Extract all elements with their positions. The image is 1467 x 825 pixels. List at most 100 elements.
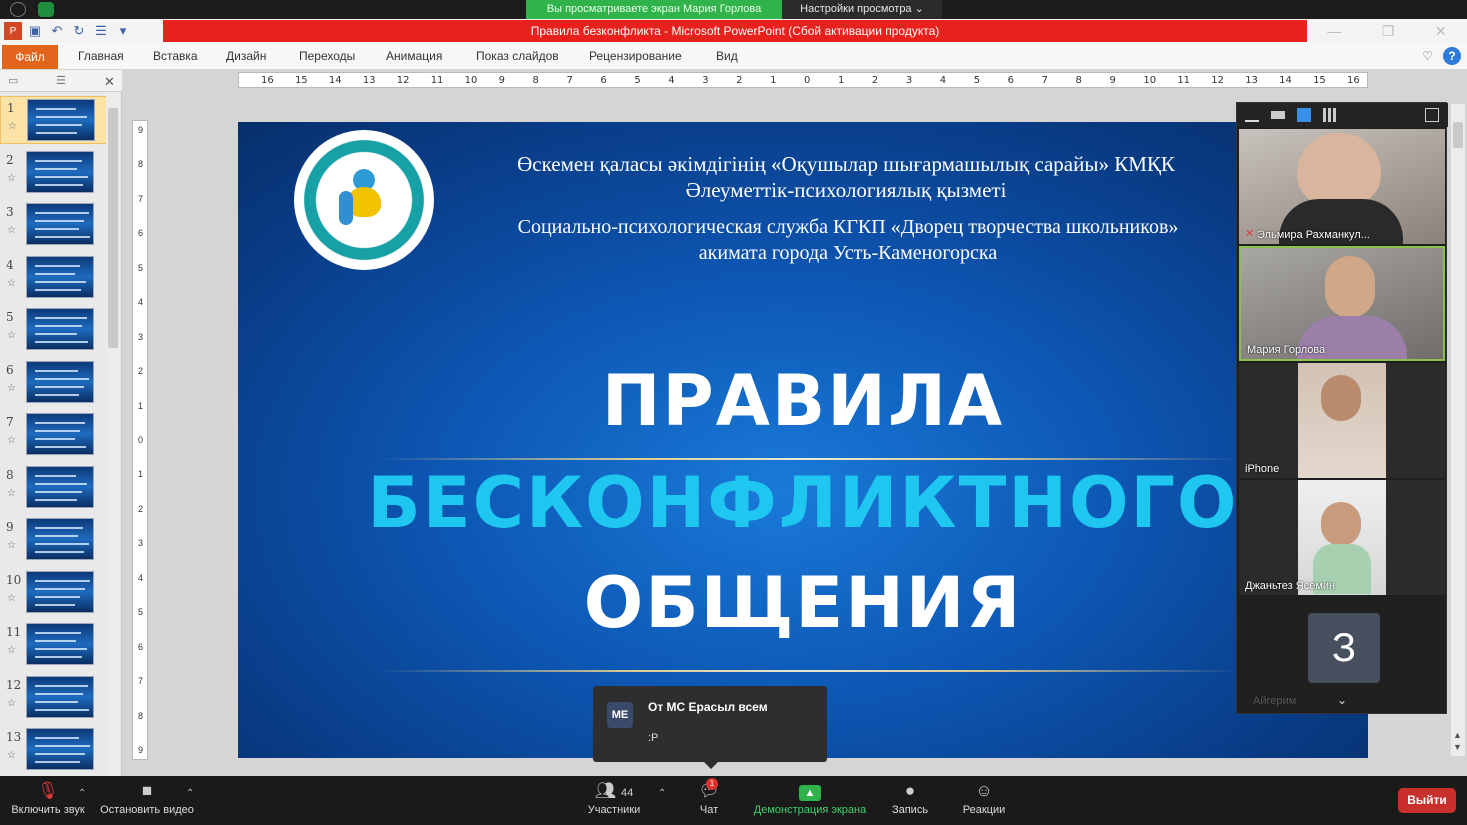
tab-insert[interactable]: Вставка xyxy=(153,43,198,70)
prev-slide-icon[interactable]: ▲ xyxy=(1453,730,1462,740)
ruler-tick: 4 xyxy=(137,297,143,308)
view-options-button[interactable]: Настройки просмотра ⌄ xyxy=(782,0,942,19)
undo-icon[interactable]: ↶ xyxy=(48,22,66,40)
ruler-tick: 5 xyxy=(634,75,641,86)
save-icon[interactable]: ▣ xyxy=(26,22,44,40)
exit-fullscreen-icon[interactable] xyxy=(1425,108,1439,122)
slide-thumbnail[interactable]: 5 ☆ xyxy=(0,306,108,354)
slide-number: 3 xyxy=(6,205,14,219)
redo-icon[interactable]: ↻ xyxy=(70,22,88,40)
video-camera-icon: ■ xyxy=(141,781,153,800)
video-tile[interactable]: iPhone xyxy=(1239,363,1445,478)
slide-preview xyxy=(26,570,94,613)
slide-scrollbar[interactable]: ▲ ▼ xyxy=(1451,104,1465,756)
slide-thumbnail[interactable]: 13 ☆ xyxy=(0,726,108,774)
close-icon[interactable]: ✕ xyxy=(1435,23,1447,40)
share-screen-button[interactable]: ▲ Демонстрация экрана xyxy=(750,780,870,822)
slide-title-line3: ОБЩЕНИЯ xyxy=(583,562,1023,644)
minimize-icon[interactable]: — xyxy=(1327,23,1341,39)
slide-thumbnail[interactable]: 2 ☆ xyxy=(0,149,108,197)
slide-thumbnail[interactable]: 3 ☆ xyxy=(0,201,108,249)
stop-video-button[interactable]: ■ Остановить видео xyxy=(98,780,196,822)
tab-home[interactable]: Главная xyxy=(78,43,124,70)
shield-icon[interactable] xyxy=(38,2,54,17)
next-slide-icon[interactable]: ▼ xyxy=(1453,742,1462,752)
tab-slideshow[interactable]: Показ слайдов xyxy=(476,43,559,70)
video-tile[interactable]: Джаньтез Ясемин xyxy=(1239,480,1445,595)
zoom-info-icon[interactable] xyxy=(10,2,26,17)
chat-button[interactable]: 💬︎ 1 Чат xyxy=(692,778,726,822)
org-kz-line1: Өскемен қаласы әкімдігінің «Оқушылар шығ… xyxy=(517,152,1175,176)
tab-animations[interactable]: Анимация xyxy=(386,43,442,70)
slide-thumbnail[interactable]: 1 ☆ xyxy=(0,96,108,144)
ruler-tick: 5 xyxy=(137,262,143,273)
slide-preview xyxy=(26,465,94,508)
chat-message: :P xyxy=(648,732,659,744)
thumbnail-scrollbar[interactable] xyxy=(106,94,120,776)
unmute-button[interactable]: 🎙︎ Включить звук xyxy=(6,780,90,822)
participant-video xyxy=(1321,502,1361,546)
slide-thumbnail[interactable]: 4 ☆ xyxy=(0,254,108,302)
ruler-tick: 8 xyxy=(137,159,143,170)
ruler-tick: 15 xyxy=(294,75,308,86)
ruler-tick: 5 xyxy=(137,607,143,618)
ruler-tick: 6 xyxy=(600,75,607,86)
minimize-gallery-icon[interactable] xyxy=(1245,108,1259,122)
help-icon[interactable]: ? xyxy=(1443,47,1461,65)
slide-thumbnail[interactable]: 8 ☆ xyxy=(0,464,108,512)
slide-thumbnail[interactable]: 7 ☆ xyxy=(0,411,108,459)
chevron-down-icon[interactable]: ⌄ xyxy=(1337,693,1347,707)
window-title: Правила безконфликта - Microsoft PowerPo… xyxy=(163,20,1307,42)
tab-transitions[interactable]: Переходы xyxy=(299,43,355,70)
customize-toolbar-icon[interactable]: ▾ xyxy=(114,22,132,40)
video-tile-active-speaker[interactable]: Мария Горлова xyxy=(1239,246,1445,361)
expand-ribbon-icon[interactable]: ♡ xyxy=(1422,49,1433,63)
ruler-tick: 6 xyxy=(137,228,143,239)
slide-thumbnail[interactable]: 9 ☆ xyxy=(0,516,108,564)
transition-star-icon: ☆ xyxy=(7,592,16,604)
bullets-icon[interactable]: ☰ xyxy=(92,22,110,40)
thumbnail-view-icon[interactable] xyxy=(1271,111,1285,119)
chat-notification[interactable]: МЕ От МС Ерасыл всем :P xyxy=(593,686,827,769)
scrollbar-thumb[interactable] xyxy=(1453,122,1463,148)
audio-options-caret[interactable]: ⌃ xyxy=(78,788,86,799)
ruler-tick: 14 xyxy=(1279,75,1292,86)
reactions-button[interactable]: ☺ Реакции xyxy=(958,780,1010,822)
slide-thumbnail[interactable]: 6 ☆ xyxy=(0,359,108,407)
participants-button[interactable]: 👥︎ 44 Участники xyxy=(584,780,644,822)
participant-gallery: ✕ Эльмира Рахманкул... Мария Горлова iPh… xyxy=(1236,102,1448,714)
unmute-label: Включить звук xyxy=(11,804,85,816)
stop-video-label: Остановить видео xyxy=(100,804,194,816)
tab-file[interactable]: Файл xyxy=(2,45,58,69)
restore-icon[interactable]: ❐ xyxy=(1382,23,1395,40)
close-panel-icon[interactable]: ✕ xyxy=(104,74,115,90)
powerpoint-app-icon[interactable]: P xyxy=(4,22,22,40)
speaker-view-icon[interactable] xyxy=(1297,108,1311,122)
gallery-view-icon[interactable] xyxy=(1323,108,1337,122)
record-button[interactable]: ● Запись xyxy=(886,780,934,822)
video-tile[interactable]: ✕ Эльмира Рахманкул... xyxy=(1239,129,1445,244)
tab-view[interactable]: Вид xyxy=(716,43,738,70)
slide-thumbnail[interactable]: 12 ☆ xyxy=(0,674,108,722)
slide-canvas[interactable]: Өскемен қаласы әкімдігінің «Оқушылар шығ… xyxy=(238,122,1368,758)
popup-tail xyxy=(703,761,719,769)
thumbnail-panel-tabs: ▭ ☰ ✕ xyxy=(0,70,122,92)
slide-thumbnail[interactable]: 10 ☆ xyxy=(0,569,108,617)
slide-number: 5 xyxy=(6,310,14,324)
participants-options-caret[interactable]: ⌃ xyxy=(658,788,666,799)
outline-tab-icon[interactable]: ☰ xyxy=(56,74,66,87)
video-options-caret[interactable]: ⌃ xyxy=(186,788,194,799)
ruler-tick: 9 xyxy=(1109,75,1116,86)
slide-thumbnail[interactable]: 11 ☆ xyxy=(0,621,108,669)
tab-review[interactable]: Рецензирование xyxy=(589,43,682,70)
slides-tab-icon[interactable]: ▭ xyxy=(8,74,18,87)
vertical-ruler: 9 8 7 6 5 4 3 2 1 0 1 2 3 4 5 6 7 8 9 xyxy=(132,120,148,760)
leave-meeting-button[interactable]: Выйти xyxy=(1398,788,1456,813)
scrollbar-thumb[interactable] xyxy=(108,108,118,348)
reactions-icon: ☺ xyxy=(975,781,993,800)
ruler-tick: 7 xyxy=(137,193,143,204)
screen-share-banner: Вы просматриваете экран Мария Горлова xyxy=(526,0,782,19)
transition-star-icon: ☆ xyxy=(7,435,16,446)
tab-design[interactable]: Дизайн xyxy=(226,43,266,70)
slide-number: 2 xyxy=(6,152,14,167)
